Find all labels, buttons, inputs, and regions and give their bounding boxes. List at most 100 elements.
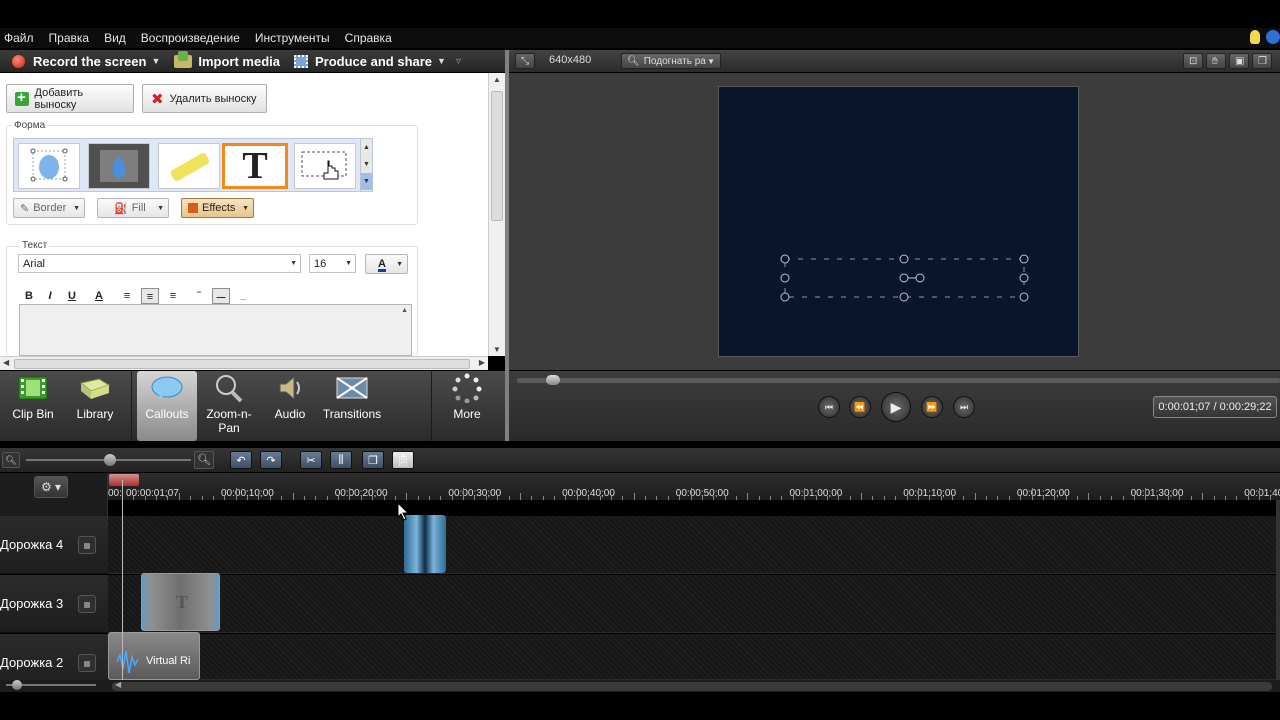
skip-back-icon[interactable]: ⏮ (818, 396, 840, 418)
font-size-select[interactable]: 16 ▼ (309, 254, 356, 273)
shape-highlight-option[interactable] (158, 143, 220, 189)
scroll-left-icon[interactable]: ◀ (115, 680, 121, 689)
tab-more[interactable]: More (440, 371, 494, 441)
add-callout-button[interactable]: Добавить выноску (6, 84, 134, 113)
menu-edit[interactable]: Правка (49, 31, 90, 45)
callout-clip[interactable] (404, 515, 446, 573)
split-icon[interactable]: ⫼ (330, 451, 352, 469)
scroll-thumb[interactable] (14, 359, 470, 369)
scroll-up-icon[interactable]: ▲ (361, 139, 372, 156)
font-color-dropdown[interactable]: A ▼ (365, 254, 408, 274)
track-height-knob[interactable] (12, 680, 22, 690)
tab-transitions[interactable]: Transitions (320, 371, 384, 441)
timeline-horizontal-scrollbar[interactable]: ◀ (112, 680, 1272, 691)
delete-callout-button[interactable]: ✖ Удалить выноску (142, 84, 267, 113)
callout-text-area[interactable]: ▲ (19, 304, 412, 356)
fill-dropdown[interactable]: ⛽ Fill ▼ (97, 198, 169, 218)
seek-bar[interactable] (517, 378, 1280, 383)
timeline-vertical-scrollbar[interactable] (1276, 500, 1280, 680)
align-left-icon[interactable]: ≡ (118, 288, 136, 304)
ruler-tick (269, 496, 271, 500)
shape-hotspot-option[interactable] (294, 143, 356, 189)
border-dropdown[interactable]: ✎ Border ▼ (13, 198, 85, 218)
skip-forward-icon[interactable]: ⏭ (953, 396, 975, 418)
pin-icon[interactable]: ▿ (456, 56, 461, 67)
tab-clip-bin[interactable]: Clip Bin (4, 371, 62, 441)
text-callout-clip[interactable]: T (141, 573, 220, 631)
tab-audio[interactable]: Audio (262, 371, 318, 441)
valign-middle-icon[interactable]: — (212, 288, 230, 304)
playhead-handle[interactable] (109, 474, 139, 486)
help-icon[interactable] (1266, 30, 1280, 44)
scroll-up-icon[interactable]: ▲ (401, 307, 408, 314)
scroll-thumb[interactable] (491, 91, 503, 221)
tab-callouts[interactable]: Callouts (137, 371, 197, 441)
gallery-scroll[interactable]: ▲ ▼ ▼ (360, 139, 372, 191)
text-shadow-button[interactable]: A (90, 288, 108, 304)
valign-top-icon[interactable]: ‾ (190, 288, 208, 304)
panel-horizontal-scrollbar[interactable]: ◀ ▶ (0, 356, 488, 370)
tab-zoom-n-pan[interactable]: Zoom-n-Pan (200, 371, 258, 441)
zoom-out-icon[interactable]: 🔍︎ (2, 452, 20, 468)
shape-drop-option[interactable] (88, 143, 150, 189)
italic-button[interactable]: I (41, 288, 59, 304)
redo-icon[interactable]: ↷ (260, 451, 282, 469)
track-header-4[interactable]: Дорожка 4 (0, 516, 108, 574)
shape-bubble-option[interactable] (18, 143, 80, 189)
track-2[interactable] (108, 634, 1276, 680)
lock-icon[interactable] (78, 535, 96, 554)
scroll-down-icon[interactable]: ▼ (493, 345, 501, 354)
valign-bottom-icon[interactable]: _ (234, 288, 252, 304)
undo-icon[interactable]: ↶ (230, 451, 252, 469)
library-icon (79, 378, 111, 399)
menu-tools[interactable]: Инструменты (255, 31, 330, 45)
align-right-icon[interactable]: ≡ (164, 288, 182, 304)
crop-icon[interactable]: ⊡ (1183, 53, 1203, 69)
effects-dropdown[interactable]: Effects ▼ (181, 198, 254, 218)
preview-canvas[interactable] (718, 86, 1079, 357)
menu-view[interactable]: Вид (104, 31, 126, 45)
detach-icon[interactable]: ❐ (1252, 53, 1272, 69)
callout-selection-box[interactable] (719, 87, 1080, 358)
scroll-up-icon[interactable]: ▲ (493, 75, 501, 84)
align-center-icon[interactable]: ≡ (141, 288, 159, 304)
scroll-right-icon[interactable]: ▶ (479, 358, 485, 367)
resize-icon[interactable]: ⤡ (515, 53, 535, 69)
paste-icon[interactable]: 📋︎ (392, 451, 414, 469)
menu-help[interactable]: Справка (345, 31, 392, 45)
tab-library[interactable]: Library (66, 371, 124, 441)
play-icon[interactable]: ▶ (881, 392, 911, 422)
pan-hand-icon[interactable]: ✋︎ (1206, 53, 1226, 69)
fullscreen-icon[interactable]: ▣ (1229, 53, 1249, 69)
cut-icon[interactable]: ✂ (300, 451, 322, 469)
fit-dropdown[interactable]: 🔍︎ Подогнать ра ▼ (621, 53, 721, 69)
zoom-slider-knob[interactable] (104, 454, 116, 466)
track-header-3[interactable]: Дорожка 3 (0, 575, 108, 633)
copy-icon[interactable]: ❐ (362, 451, 384, 469)
scroll-left-icon[interactable]: ◀ (3, 358, 9, 367)
shape-text-option[interactable]: T (222, 143, 288, 189)
track-3[interactable] (108, 575, 1276, 633)
zoom-in-icon[interactable]: 🔍︎ (194, 451, 214, 469)
record-screen-button[interactable]: Record the screen ▼ (12, 54, 160, 69)
bold-button[interactable]: B (20, 288, 38, 304)
scroll-down-icon[interactable]: ▼ (361, 156, 372, 173)
underline-button[interactable]: U (63, 288, 81, 304)
seek-knob[interactable] (546, 375, 560, 385)
delete-callout-label: Удалить выноску (169, 92, 257, 105)
menu-file[interactable]: Файл (4, 31, 34, 45)
import-media-button[interactable]: Import media (174, 50, 280, 69)
rewind-icon[interactable]: ⏪ (849, 396, 871, 418)
lock-icon[interactable] (78, 594, 96, 613)
timeline-ruler[interactable]: 00: 00:00:01;07 00:00:10;00 00:00:20;00 00… (108, 473, 1280, 500)
track-settings-gear[interactable]: ⚙ ▾ (34, 476, 68, 498)
panel-vertical-scrollbar[interactable]: ▲ ▼ (488, 73, 505, 356)
lightbulb-icon[interactable] (1250, 30, 1260, 44)
produce-share-button[interactable]: Produce and share ▼ (293, 54, 446, 69)
track-4[interactable] (108, 516, 1276, 574)
menu-playback[interactable]: Воспроизведение (141, 31, 240, 45)
fast-forward-icon[interactable]: ⏩ (921, 396, 943, 418)
lock-icon[interactable] (78, 653, 96, 672)
gallery-expand-icon[interactable]: ▼ (361, 173, 372, 190)
font-select[interactable]: Arial ▼ (18, 254, 301, 273)
